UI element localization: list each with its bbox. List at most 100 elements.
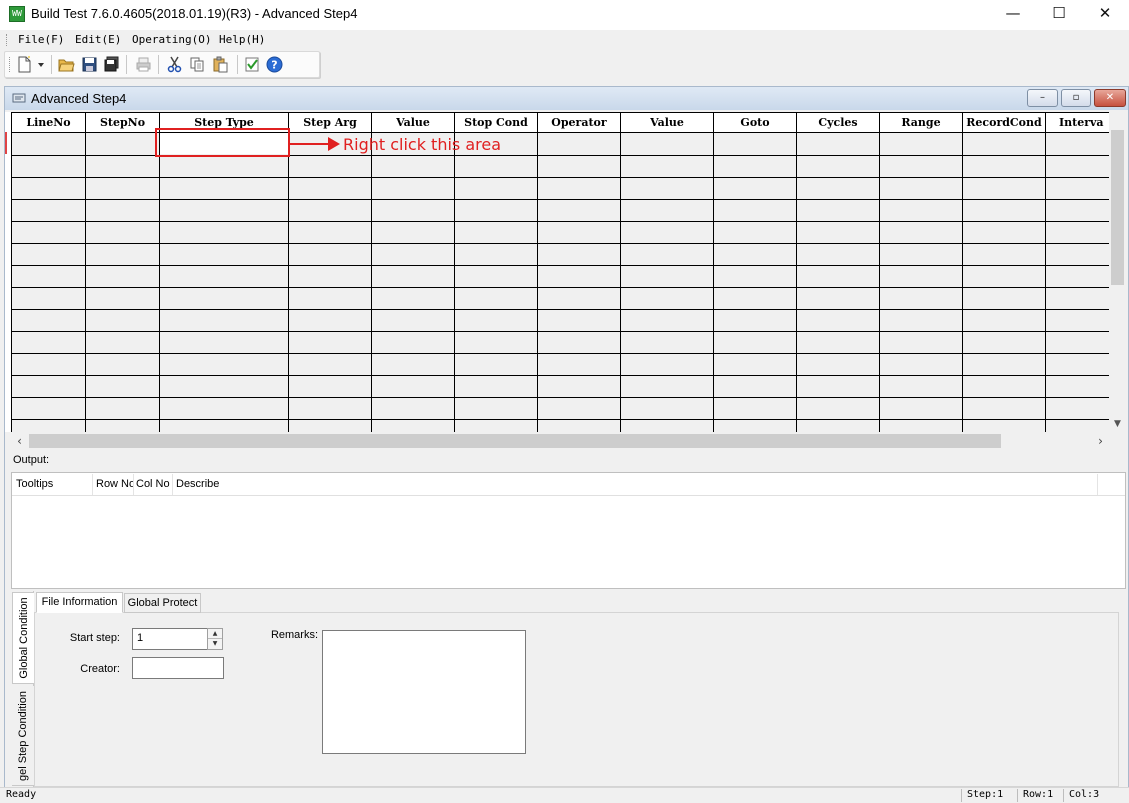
- grid-header-value[interactable]: Value: [372, 113, 455, 133]
- grid-vertical-scroll-thumb[interactable]: [1111, 130, 1124, 285]
- close-button[interactable]: ✕: [1082, 0, 1128, 28]
- grid-header-recordcond[interactable]: RecordCond: [963, 113, 1046, 133]
- minimize-button[interactable]: —: [990, 0, 1036, 28]
- grid-header-stop-cond[interactable]: Stop Cond: [455, 113, 538, 133]
- tab-global-protect[interactable]: Global Protect: [124, 593, 201, 613]
- output-col-tooltips[interactable]: Tooltips: [16, 478, 92, 490]
- grid-row-line: [12, 199, 1109, 200]
- grid-row-line: [12, 243, 1109, 244]
- vtab-global-condition-label: Global Condition: [17, 597, 30, 679]
- annotation-text: Right click this area: [343, 135, 502, 154]
- toolbar-separator: [126, 55, 127, 74]
- remarks-textarea[interactable]: [322, 630, 526, 754]
- grid-header-cycles[interactable]: Cycles: [797, 113, 880, 133]
- new-file-icon[interactable]: [16, 56, 33, 73]
- menu-operating[interactable]: Operating(O): [132, 33, 211, 46]
- step-grid[interactable]: LineNo StepNo Step Type Step Arg Value S…: [11, 112, 1109, 432]
- child-minimize-button[interactable]: –: [1027, 89, 1058, 107]
- status-step: Step:1: [967, 789, 1004, 800]
- child-window-title: Advanced Step4: [31, 91, 127, 106]
- copy-icon[interactable]: [189, 56, 206, 73]
- toolbar-grip: [9, 57, 12, 72]
- status-col: Col:3: [1069, 789, 1100, 800]
- scroll-down-icon[interactable]: ▼: [1109, 416, 1126, 432]
- output-col-col-no[interactable]: Col No: [136, 478, 172, 490]
- grid-header-interval[interactable]: Interva: [1046, 113, 1109, 133]
- grid-header-operator[interactable]: Operator: [538, 113, 621, 133]
- scroll-right-icon[interactable]: ›: [1092, 433, 1109, 449]
- help-icon[interactable]: ?: [266, 56, 283, 73]
- cut-icon[interactable]: [166, 56, 183, 73]
- maximize-button[interactable]: ☐: [1036, 0, 1082, 28]
- current-row-marker: [5, 132, 7, 154]
- grid-row-line: [12, 353, 1109, 354]
- status-row: Row:1: [1023, 789, 1054, 800]
- toolbar-separator: [51, 55, 52, 74]
- save-icon[interactable]: [81, 56, 98, 73]
- toolbar-separator: [158, 55, 159, 74]
- grid-row-line: [12, 375, 1109, 376]
- grid-header-goto[interactable]: Goto: [714, 113, 797, 133]
- check-icon[interactable]: [244, 56, 261, 73]
- grid-row-line: [12, 265, 1109, 266]
- app-logo-icon: WW: [9, 6, 25, 22]
- remarks-label: Remarks:: [270, 629, 318, 641]
- output-col-divider[interactable]: [92, 474, 93, 495]
- annotation-arrow-icon: [328, 137, 340, 151]
- child-title-bar: [5, 87, 1128, 110]
- annotation-highlight-box: [155, 128, 290, 157]
- start-step-input[interactable]: 1: [132, 628, 208, 650]
- status-ready: Ready: [6, 789, 37, 800]
- child-close-button[interactable]: ✕: [1094, 89, 1126, 107]
- menu-edit[interactable]: Edit(E): [75, 33, 121, 46]
- print-icon[interactable]: [135, 56, 152, 73]
- vtab-global-condition[interactable]: Global Condition: [12, 592, 34, 684]
- menu-help[interactable]: Help(H): [219, 33, 265, 46]
- spin-down-icon[interactable]: ▼: [208, 639, 222, 649]
- start-step-spinner[interactable]: ▲ ▼: [207, 628, 223, 650]
- grid-header-value-2[interactable]: Value: [621, 113, 714, 133]
- creator-input[interactable]: [132, 657, 224, 679]
- output-label: Output:: [13, 454, 50, 466]
- grid-row-line: [12, 221, 1109, 222]
- grid-header-lineno[interactable]: LineNo: [12, 113, 86, 133]
- status-separator: [1063, 789, 1064, 802]
- grid-header-stepno[interactable]: StepNo: [86, 113, 160, 133]
- svg-text:?: ?: [271, 59, 277, 72]
- menu-file[interactable]: File(F): [18, 33, 64, 46]
- status-separator: [961, 789, 962, 802]
- menu-grip: [6, 34, 9, 46]
- grid-row-line: [12, 177, 1109, 178]
- open-folder-icon[interactable]: [58, 56, 75, 73]
- tab-file-information[interactable]: File Information: [36, 592, 123, 613]
- scroll-left-icon[interactable]: ‹: [11, 433, 28, 449]
- annotation-arrow-line: [290, 143, 330, 145]
- grid-header-range[interactable]: Range: [880, 113, 963, 133]
- vtab-single-step-condition-label: gel Step Condition: [17, 690, 29, 781]
- status-bar: [0, 787, 1129, 803]
- output-col-describe[interactable]: Describe: [176, 478, 276, 490]
- dropdown-arrow-icon[interactable]: [36, 56, 46, 73]
- output-col-divider[interactable]: [172, 474, 173, 495]
- grid-row-line: [12, 287, 1109, 288]
- grid-row-line: [12, 331, 1109, 332]
- output-col-divider[interactable]: [1097, 474, 1098, 495]
- window-title: Build Test 7.6.0.4605(2018.01.19)(R3) - …: [31, 6, 358, 21]
- grid-row-line: [12, 419, 1109, 420]
- output-col-divider[interactable]: [133, 474, 134, 495]
- start-step-label: Start step:: [69, 632, 120, 644]
- grid-header-step-arg[interactable]: Step Arg: [289, 113, 372, 133]
- child-window-icon: [12, 92, 26, 104]
- paste-icon[interactable]: [212, 56, 229, 73]
- spin-up-icon[interactable]: ▲: [208, 629, 222, 639]
- status-separator: [1017, 789, 1018, 802]
- grid-horizontal-scroll-thumb[interactable]: [29, 434, 1001, 448]
- creator-label: Creator:: [80, 663, 120, 675]
- grid-row-line: [12, 397, 1109, 398]
- vtab-single-step-condition[interactable]: gel Step Condition: [12, 686, 34, 786]
- toolbar-separator: [237, 55, 238, 74]
- grid-row-line: [12, 309, 1109, 310]
- save-all-icon[interactable]: [103, 56, 120, 73]
- child-restore-button[interactable]: ▫: [1061, 89, 1091, 107]
- output-col-row-no[interactable]: Row No: [96, 478, 133, 490]
